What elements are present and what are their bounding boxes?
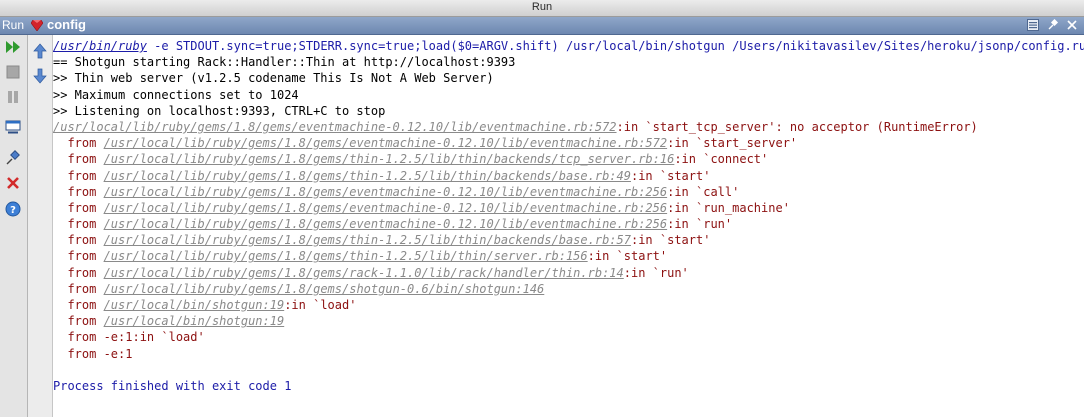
trace-path-link[interactable]: /usr/local/lib/ruby/gems/1.8/gems/eventm… <box>104 136 668 150</box>
window-title-bar: Run <box>0 0 1084 17</box>
trace-method: :in `start_server' <box>667 136 798 151</box>
help-icon[interactable]: ? <box>5 201 21 217</box>
window-title: Run <box>531 1 553 13</box>
command-path-link[interactable]: /usr/bin/ruby <box>53 39 147 53</box>
trace-method: :in `load' <box>284 298 357 312</box>
trace-line: from /usr/local/lib/ruby/gems/1.8/gems/t… <box>53 151 1084 167</box>
run-tab-bar: Run config <box>0 17 1084 35</box>
svg-text:?: ? <box>10 205 16 216</box>
trace-prefix: from <box>53 330 104 345</box>
trace-prefix: from <box>53 152 104 167</box>
console-output[interactable]: /usr/bin/ruby -e STDOUT.sync=true;STDERR… <box>53 35 1084 417</box>
trace-method: :in `run' <box>667 217 733 232</box>
rerun-icon[interactable] <box>5 39 21 55</box>
pin-icon[interactable] <box>5 150 21 166</box>
trace-prefix: from <box>53 314 104 329</box>
trace-path-link[interactable]: /usr/local/lib/ruby/gems/1.8/gems/eventm… <box>104 201 668 215</box>
trace-method: :in `run_machine' <box>667 200 790 215</box>
trace-path-link[interactable]: /usr/local/lib/ruby/gems/1.8/gems/eventm… <box>104 217 668 231</box>
layout-icon[interactable] <box>5 119 21 135</box>
trace-method: :in `connect' <box>674 152 769 167</box>
trace-line: from /usr/local/lib/ruby/gems/1.8/gems/t… <box>53 248 1084 264</box>
trace-prefix: from <box>53 298 104 312</box>
trace-line: from /usr/local/lib/ruby/gems/1.8/gems/e… <box>53 216 1084 232</box>
info-line: == Shotgun starting Rack::Handler::Thin … <box>53 55 516 70</box>
trace-prefix: from <box>53 233 104 248</box>
close-icon[interactable] <box>1066 19 1078 31</box>
trace-line: from /usr/local/lib/ruby/gems/1.8/gems/s… <box>53 281 1084 297</box>
trace-line: from /usr/local/lib/ruby/gems/1.8/gems/r… <box>53 265 1084 281</box>
trace-path-link[interactable]: /usr/local/lib/ruby/gems/1.8/gems/thin-1… <box>104 169 631 183</box>
trace-method: :in `start' <box>630 233 711 248</box>
trace-prefix: from <box>53 249 104 264</box>
scroll-down-icon[interactable] <box>32 68 48 84</box>
restore-icon[interactable] <box>1027 19 1039 31</box>
error-message: :in `start_tcp_server': no acceptor (Run… <box>616 119 978 134</box>
error-path-link[interactable]: /usr/local/lib/ruby/gems/1.8/gems/eventm… <box>53 120 617 134</box>
trace-prefix: from <box>53 136 104 151</box>
trace-prefix: from <box>53 217 104 232</box>
trace-method: -e:1 <box>103 346 133 361</box>
trace-line: from /usr/local/lib/ruby/gems/1.8/gems/t… <box>53 168 1084 184</box>
trace-path-link[interactable]: /usr/local/bin/shotgun:19 <box>104 314 285 328</box>
run-label: Run <box>2 18 25 32</box>
close-red-icon[interactable] <box>5 175 21 191</box>
trace-path-link[interactable]: /usr/local/lib/ruby/gems/1.8/gems/thin-1… <box>104 249 588 263</box>
info-line: >> Thin web server (v1.2.5 codename This… <box>53 71 494 86</box>
exit-message: Process finished with exit code 1 <box>53 378 292 393</box>
pin-icon[interactable] <box>1047 19 1059 31</box>
trace-method: :in `start' <box>630 168 711 183</box>
trace-path-link[interactable]: /usr/local/bin/shotgun:19 <box>104 298 285 312</box>
trace-path-link[interactable]: /usr/local/lib/ruby/gems/1.8/gems/eventm… <box>104 185 668 199</box>
trace-line: from /usr/local/bin/shotgun:19:in `load' <box>53 297 1084 313</box>
trace-line: from /usr/local/lib/ruby/gems/1.8/gems/t… <box>53 232 1084 248</box>
trace-prefix: from <box>53 346 104 361</box>
stop-icon[interactable] <box>5 64 21 80</box>
trace-prefix: from <box>53 168 104 183</box>
trace-line: from /usr/local/bin/shotgun:19 <box>53 313 1084 329</box>
trace-prefix: from <box>53 200 104 215</box>
trace-path-link[interactable]: /usr/local/lib/ruby/gems/1.8/gems/shotgu… <box>104 282 545 296</box>
scroll-up-icon[interactable] <box>32 43 48 59</box>
trace-line: from -e:1 <box>53 346 1084 362</box>
trace-path-link[interactable]: /usr/local/lib/ruby/gems/1.8/gems/thin-1… <box>104 233 631 247</box>
trace-method: :in `run' <box>623 265 689 280</box>
trace-method: :in `call' <box>667 184 740 199</box>
run-toolbar: ? <box>0 35 28 417</box>
trace-line: from -e:1:in `load' <box>53 329 1084 345</box>
trace-prefix: from <box>53 184 104 199</box>
trace-line: from /usr/local/lib/ruby/gems/1.8/gems/e… <box>53 184 1084 200</box>
command-line: /usr/bin/ruby -e STDOUT.sync=true;STDERR… <box>53 38 1084 54</box>
trace-line: from /usr/local/lib/ruby/gems/1.8/gems/e… <box>53 135 1084 151</box>
trace-prefix: from <box>53 281 104 296</box>
scroll-toolbar <box>28 35 53 417</box>
trace-method: -e:1:in `load' <box>103 330 205 345</box>
pause-icon[interactable] <box>5 89 21 105</box>
trace-prefix: from <box>53 265 104 280</box>
info-line: >> Maximum connections set to 1024 <box>53 87 299 102</box>
trace-method: :in `start' <box>587 249 668 264</box>
trace-line: from /usr/local/lib/ruby/gems/1.8/gems/e… <box>53 200 1084 216</box>
error-head-line: /usr/local/lib/ruby/gems/1.8/gems/eventm… <box>53 119 1084 135</box>
tab-config[interactable]: config <box>47 17 86 32</box>
ruby-gem-icon <box>31 20 43 31</box>
trace-path-link[interactable]: /usr/local/lib/ruby/gems/1.8/gems/rack-1… <box>104 266 624 280</box>
command-args: -e STDOUT.sync=true;STDERR.sync=true;loa… <box>146 39 1084 53</box>
trace-path-link[interactable]: /usr/local/lib/ruby/gems/1.8/gems/thin-1… <box>104 152 675 166</box>
info-line: >> Listening on localhost:9393, CTRL+C t… <box>53 103 386 118</box>
